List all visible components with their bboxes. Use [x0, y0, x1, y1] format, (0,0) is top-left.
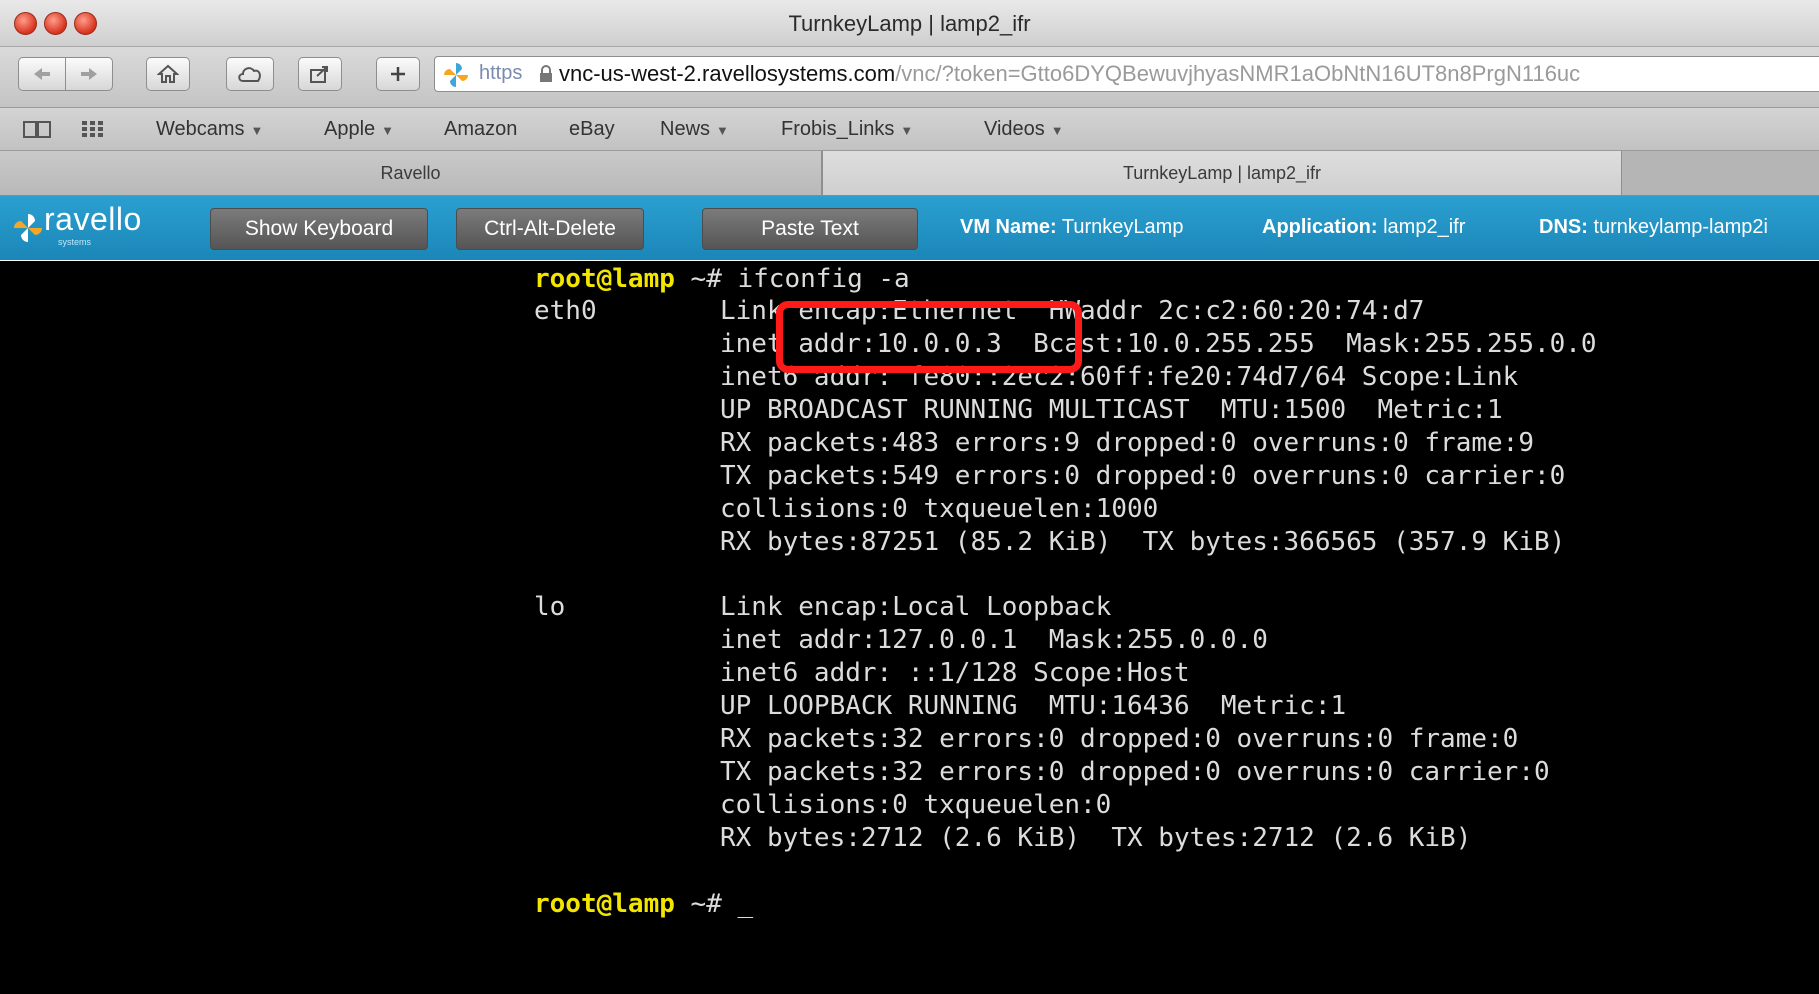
grid-icon[interactable]: [80, 118, 106, 140]
tab-label: TurnkeyLamp | lamp2_ifr: [1122, 163, 1322, 183]
book-icon[interactable]: [22, 118, 52, 140]
terminal-prompt: root@lamp: [534, 889, 675, 919]
dns-value: turnkeylamp-lamp2i: [1593, 216, 1768, 238]
lo-line: inet6 addr: ::1/128 Scope:Host: [720, 658, 1190, 688]
show-keyboard-button[interactable]: Show Keyboard: [210, 208, 428, 250]
address-bar[interactable]: https vnc-us-west-2.ravellosystems.com/v…: [434, 56, 1819, 92]
button-label: Ctrl-Alt-Delete: [484, 217, 616, 240]
window-title: TurnkeyLamp | lamp2_ifr: [788, 11, 1031, 36]
interface-name-eth0: eth0: [534, 296, 597, 326]
ctrl-alt-delete-button[interactable]: Ctrl-Alt-Delete: [456, 208, 644, 250]
chevron-down-icon: ▼: [716, 123, 729, 138]
browser-toolbar: https vnc-us-west-2.ravellosystems.com/v…: [0, 47, 1819, 108]
bookmark-webcams[interactable]: Webcams ▼: [156, 118, 263, 141]
bookmark-amazon[interactable]: Amazon: [444, 118, 517, 141]
bookmark-ebay[interactable]: eBay: [569, 118, 615, 141]
eth0-line: RX packets:483 errors:9 dropped:0 overru…: [720, 428, 1534, 458]
eth0-line: TX packets:549 errors:0 dropped:0 overru…: [720, 461, 1566, 491]
lock-icon: [540, 65, 552, 82]
tab-turnkeylamp[interactable]: TurnkeyLamp | lamp2_ifr: [822, 151, 1622, 195]
url-text: vnc-us-west-2.ravellosystems.com/vnc/?to…: [559, 61, 1580, 87]
ravello-control-bar: ravello systems Show Keyboard Ctrl-Alt-D…: [0, 196, 1819, 260]
ravello-logo-text: ravello: [44, 201, 142, 237]
lo-line: collisions:0 txqueuelen:0: [720, 790, 1112, 820]
button-label: Show Keyboard: [244, 217, 394, 240]
bookmark-label: Frobis_Links: [781, 118, 895, 140]
bookmark-label: Apple: [324, 118, 376, 140]
lo-line: RX packets:32 errors:0 dropped:0 overrun…: [720, 724, 1519, 754]
lo-line: Link encap:Local Loopback: [720, 592, 1112, 622]
chevron-down-icon: ▼: [900, 123, 914, 138]
paste-text-button[interactable]: Paste Text: [702, 208, 918, 250]
eth0-line: RX bytes:87251 (85.2 KiB) TX bytes:36656…: [720, 527, 1566, 557]
bookmark-label: Webcams: [156, 118, 245, 140]
back-button[interactable]: [18, 57, 66, 91]
ip-address-highlight: [776, 301, 1082, 373]
terminal-input-line[interactable]: root@lamp ~# _: [534, 888, 753, 920]
chevron-down-icon: ▼: [250, 123, 264, 138]
window-titlebar: TurnkeyLamp | lamp2_ifr: [0, 0, 1819, 47]
application-info: Application: lamp2_ifr: [1262, 216, 1465, 239]
lo-line: RX bytes:2712 (2.6 KiB) TX bytes:2712 (2…: [720, 823, 1472, 853]
share-button[interactable]: [298, 57, 342, 91]
forward-arrow-icon: [81, 68, 97, 80]
lo-line: inet addr:127.0.0.1 Mask:255.0.0.0: [720, 625, 1268, 655]
bookmark-frobis-links[interactable]: Frobis_Links ▼: [781, 118, 913, 141]
terminal-cursor-line: ~# _: [674, 889, 754, 919]
url-host: vnc-us-west-2.ravellosystems.com: [559, 61, 896, 86]
url-scheme: https: [479, 62, 523, 84]
forward-button[interactable]: [65, 57, 113, 91]
vnc-terminal-screen[interactable]: root@lamp ~# ifconfig -a eth0 Link encap…: [0, 261, 1819, 994]
chevron-down-icon: ▼: [381, 123, 395, 138]
vm-name-label: VM Name:: [960, 216, 1057, 238]
chevron-down-icon: ▼: [1050, 123, 1064, 138]
home-icon: [157, 64, 179, 83]
url-path: /vnc/?token=Gtto6DYQBewuvjhyasNMR1aObNtN…: [895, 61, 1581, 86]
eth0-line: collisions:0 txqueuelen:1000: [720, 494, 1159, 524]
bookmarks-bar: Webcams ▼ Apple ▼ Amazon eBay News ▼ Frobis…: [0, 108, 1819, 151]
button-label: Paste Text: [761, 217, 859, 240]
lo-line: UP LOOPBACK RUNNING MTU:16436 Metric:1: [720, 691, 1347, 721]
bookmark-news[interactable]: News ▼: [660, 118, 729, 141]
lo-line: TX packets:32 errors:0 dropped:0 overrun…: [720, 757, 1550, 787]
interface-name-lo: lo: [534, 592, 566, 622]
icloud-icon: [238, 67, 261, 82]
dns-label: DNS:: [1539, 216, 1588, 238]
bookmark-label: News: [660, 118, 711, 140]
tab-bar: Ravello TurnkeyLamp | lamp2_ifr: [0, 151, 1819, 196]
terminal-prompt: root@lamp: [534, 264, 675, 294]
application-label: Application:: [1262, 216, 1378, 238]
tab-label: Ravello: [380, 163, 441, 183]
home-button[interactable]: [146, 57, 190, 91]
icloud-tabs-button[interactable]: [226, 57, 274, 91]
ravello-logo-subtitle: systems: [58, 237, 92, 247]
application-value: lamp2_ifr: [1383, 216, 1466, 238]
bookmark-videos[interactable]: Videos ▼: [984, 118, 1064, 141]
vm-name-info: VM Name: TurnkeyLamp: [960, 216, 1183, 239]
share-icon: [310, 66, 328, 83]
ravello-site-icon: [444, 63, 468, 87]
ravello-logo-icon: [14, 214, 42, 242]
tab-ravello[interactable]: Ravello: [0, 151, 822, 195]
add-bookmark-button[interactable]: [376, 57, 420, 91]
dns-info: DNS: turnkeylamp-lamp2i: [1539, 216, 1768, 239]
back-arrow-icon: [34, 68, 50, 80]
bookmark-apple[interactable]: Apple ▼: [324, 118, 394, 141]
bookmark-label: eBay: [569, 118, 615, 140]
plus-icon: [391, 67, 405, 81]
bookmark-label: Amazon: [444, 118, 518, 140]
terminal-command: ~# ifconfig -a: [674, 264, 910, 294]
terminal-command-line: root@lamp ~# ifconfig -a: [534, 263, 910, 295]
vm-name-value: TurnkeyLamp: [1061, 216, 1184, 238]
eth0-line: UP BROADCAST RUNNING MULTICAST MTU:1500 …: [720, 395, 1503, 425]
bookmark-label: Videos: [984, 118, 1045, 140]
